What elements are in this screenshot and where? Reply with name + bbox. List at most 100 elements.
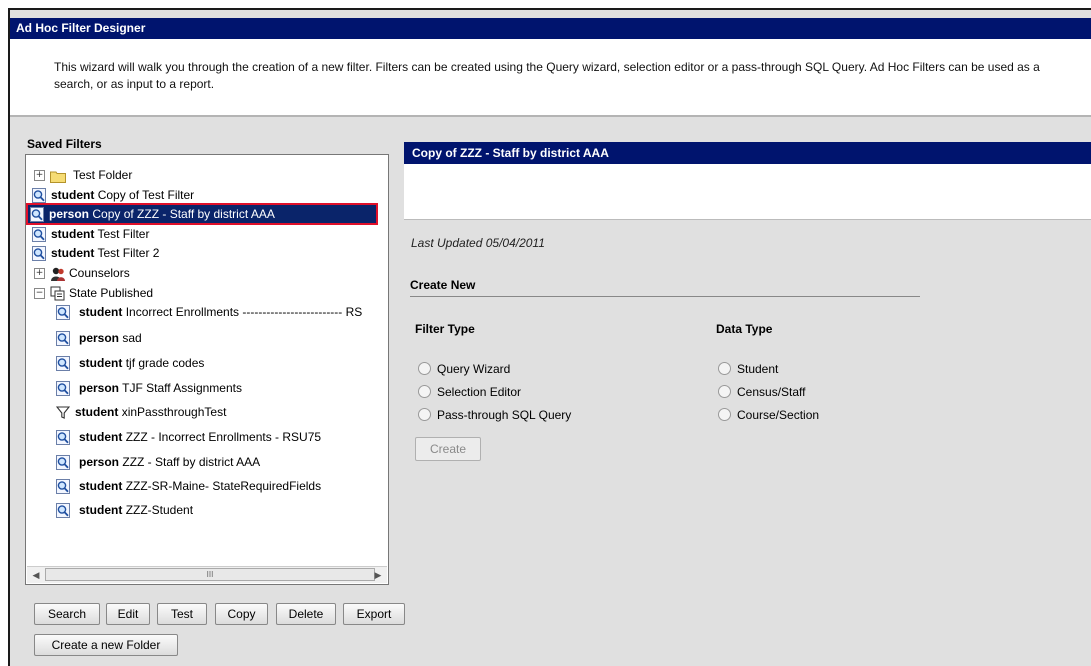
scroll-left-icon[interactable]: ◀	[29, 569, 43, 581]
data-type-label: Data Type	[716, 322, 773, 336]
filter-data-type: person	[79, 455, 120, 469]
filter-detail-header	[404, 164, 1091, 220]
tree-item[interactable]: person ZZZ - Staff by district AAA	[56, 453, 260, 471]
filter-detail-title: Copy of ZZZ - Staff by district AAA	[404, 142, 1091, 164]
radio-icon[interactable]	[418, 362, 431, 376]
magnifier-icon	[56, 430, 70, 446]
description-text: This wizard will walk you through the cr…	[54, 60, 1040, 91]
delete-button[interactable]: Delete	[276, 603, 336, 625]
radio-pass-through-sql[interactable]: Pass-through SQL Query	[418, 407, 571, 423]
filter-name: tjf grade codes	[125, 356, 205, 370]
radio-selection-editor[interactable]: Selection Editor	[418, 384, 521, 400]
magnifier-icon	[32, 227, 46, 243]
radio-icon[interactable]	[418, 385, 431, 399]
test-button[interactable]: Test	[157, 603, 207, 625]
radio-query-wizard[interactable]: Query Wizard	[418, 361, 510, 377]
tree-item[interactable]: student Test Filter 2	[32, 244, 159, 262]
create-new-heading: Create New	[410, 278, 920, 297]
radio-icon[interactable]	[718, 362, 731, 376]
tree-item[interactable]: − State Published	[34, 284, 153, 302]
filter-name: ZZZ-SR-Maine- StateRequiredFields	[125, 479, 322, 493]
horizontal-scrollbar[interactable]: ◀ III ▶	[27, 566, 387, 583]
funnel-icon	[56, 405, 70, 420]
divider	[10, 115, 1091, 117]
filter-name: Incorrect Enrollments ------------------…	[125, 305, 363, 319]
filter-name: Test Filter 2	[97, 246, 160, 260]
filter-data-type: student	[51, 246, 95, 260]
tree-item[interactable]: student ZZZ - Incorrect Enrollments - RS…	[56, 428, 321, 446]
magnifier-icon	[30, 207, 44, 223]
filter-data-type: student	[51, 227, 95, 241]
tree-item[interactable]: person sad	[56, 329, 142, 347]
radio-icon[interactable]	[418, 408, 431, 422]
filter-data-type: person	[79, 381, 120, 395]
magnifier-icon	[32, 188, 46, 204]
export-button[interactable]: Export	[343, 603, 405, 625]
filter-name: sad	[122, 331, 142, 345]
search-button[interactable]: Search	[34, 603, 100, 625]
filter-data-type: student	[79, 305, 123, 319]
wizard-description: This wizard will walk you through the cr…	[10, 39, 1091, 115]
filter-data-type: person	[79, 331, 120, 345]
filter-data-type: student	[79, 430, 123, 444]
magnifier-icon	[56, 356, 70, 372]
magnifier-icon	[56, 331, 70, 347]
published-icon	[50, 286, 65, 301]
expand-icon[interactable]: +	[34, 170, 45, 182]
filter-type-label: Filter Type	[415, 322, 475, 336]
filter-name: Copy of ZZZ - Staff by district AAA	[92, 207, 275, 221]
tree-item[interactable]: person TJF Staff Assignments	[56, 379, 242, 397]
create-button[interactable]: Create	[415, 437, 481, 461]
filter-data-type: student	[79, 479, 123, 493]
filter-name: Counselors	[69, 266, 130, 280]
filter-data-type: student	[51, 188, 95, 202]
filter-name: State Published	[69, 286, 154, 300]
filter-name: xinPassthroughTest	[121, 405, 227, 419]
radio-census-staff[interactable]: Census/Staff	[718, 384, 805, 400]
scroll-right-icon[interactable]: ▶	[371, 569, 385, 581]
filter-data-type: student	[79, 356, 123, 370]
people-icon	[50, 266, 65, 282]
filter-name: TJF Staff Assignments	[122, 381, 242, 395]
saved-filters-tree[interactable]: ◀ III ▶ + Test Folder student Copy of Test…	[25, 154, 389, 585]
window-title: Ad Hoc Filter Designer	[10, 18, 1091, 39]
collapse-icon[interactable]: −	[34, 288, 45, 300]
filter-name: Test Folder	[73, 168, 133, 182]
magnifier-icon	[32, 246, 46, 262]
radio-student[interactable]: Student	[718, 361, 778, 377]
filter-name: ZZZ-Student	[125, 503, 194, 517]
filter-data-type: student	[75, 405, 119, 419]
folder-icon	[50, 170, 66, 183]
edit-button[interactable]: Edit	[106, 603, 150, 625]
radio-course-section[interactable]: Course/Section	[718, 407, 819, 423]
last-updated-text: Last Updated 05/04/2011	[411, 236, 545, 250]
tree-item[interactable]: student Test Filter	[32, 225, 149, 243]
copy-button[interactable]: Copy	[215, 603, 268, 625]
scroll-thumb[interactable]: III	[45, 568, 375, 581]
radio-icon[interactable]	[718, 408, 731, 422]
tree-item[interactable]: + Test Folder	[34, 166, 132, 184]
magnifier-icon	[56, 479, 70, 495]
tree-item[interactable]: student ZZZ-SR-Maine- StateRequiredField…	[56, 477, 321, 495]
filter-name: ZZZ - Incorrect Enrollments - RSU75	[125, 430, 322, 444]
tree-item[interactable]: student Incorrect Enrollments ----------…	[56, 303, 362, 321]
filter-data-type: student	[79, 503, 123, 517]
filter-name: Test Filter	[97, 227, 150, 241]
tree-item[interactable]: student xinPassthroughTest	[56, 403, 226, 421]
tree-item[interactable]: student Copy of Test Filter	[32, 186, 194, 204]
tree-item[interactable]: student ZZZ-Student	[56, 501, 193, 519]
filter-data-type: person	[49, 207, 90, 221]
magnifier-icon	[56, 381, 70, 397]
filter-name: Copy of Test Filter	[97, 188, 195, 202]
tree-item[interactable]: + Counselors	[34, 264, 130, 282]
create-folder-button[interactable]: Create a new Folder	[34, 634, 178, 656]
tree-item[interactable]: student tjf grade codes	[56, 354, 204, 372]
tree-item-selected[interactable]: person Copy of ZZZ - Staff by district A…	[26, 203, 378, 225]
radio-icon[interactable]	[718, 385, 731, 399]
filter-name: ZZZ - Staff by district AAA	[122, 455, 261, 469]
magnifier-icon	[56, 305, 70, 321]
magnifier-icon	[56, 455, 70, 471]
saved-filters-label: Saved Filters	[27, 137, 102, 151]
magnifier-icon	[56, 503, 70, 519]
expand-icon[interactable]: +	[34, 268, 45, 280]
